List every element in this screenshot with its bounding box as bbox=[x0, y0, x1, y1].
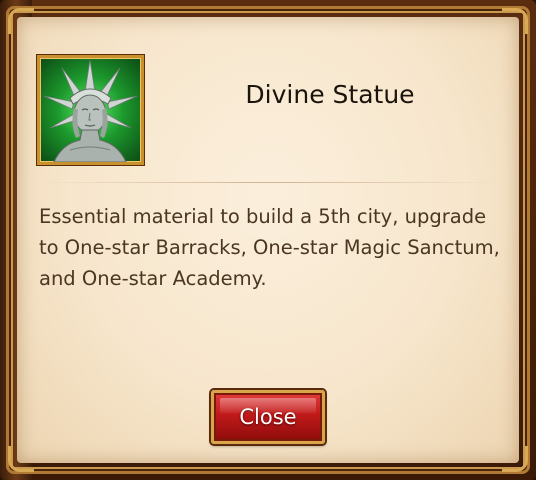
dialog-frame: Divine Statue Essential material to buil… bbox=[0, 0, 536, 480]
close-button-label: Close bbox=[239, 405, 297, 429]
item-title: Divine Statue bbox=[245, 80, 415, 109]
divine-statue-icon bbox=[37, 55, 144, 165]
close-button[interactable]: Close bbox=[211, 390, 325, 444]
divider bbox=[38, 182, 498, 183]
item-description: Essential material to build a 5th city, … bbox=[39, 205, 500, 290]
